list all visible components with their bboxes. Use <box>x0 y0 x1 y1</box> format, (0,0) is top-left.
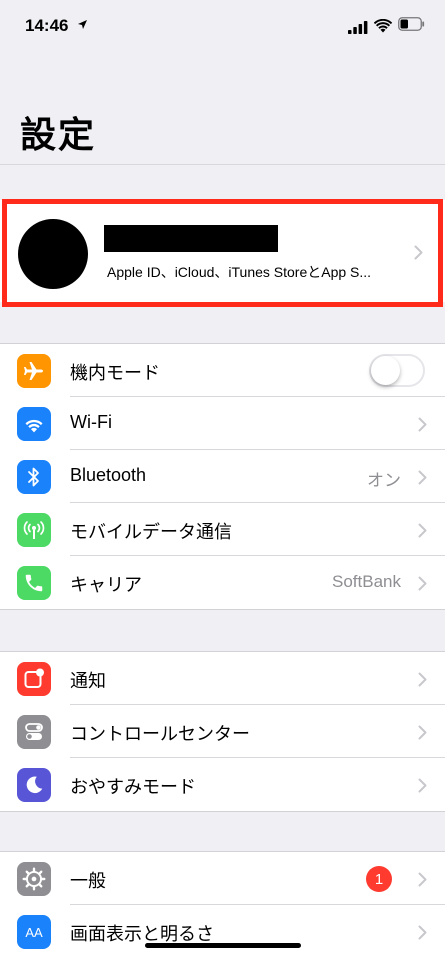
airplane-mode-label: 機内モード <box>70 363 160 383</box>
settings-row-display[interactable]: AA 画面表示と明るさ <box>0 905 445 958</box>
notifications-group: 通知 コントロールセンター おやすみモード <box>0 651 445 812</box>
settings-row-control-center[interactable]: コントロールセンター <box>0 705 445 758</box>
wifi-status-icon <box>374 19 392 33</box>
antenna-icon <box>17 513 51 547</box>
wifi-icon <box>17 407 51 441</box>
wifi-label: Wi-Fi <box>70 412 112 432</box>
settings-row-notifications[interactable]: 通知 <box>0 652 445 705</box>
cellular-signal-icon <box>348 21 368 34</box>
status-time: 14:46 <box>25 16 69 35</box>
gear-icon <box>17 862 51 896</box>
switches-icon <box>17 715 51 749</box>
chevron-right-icon <box>418 417 427 432</box>
chevron-right-icon <box>418 725 427 740</box>
control-center-label: コントロールセンター <box>70 724 250 744</box>
settings-row-wifi[interactable]: Wi-Fi <box>0 397 445 450</box>
settings-row-do-not-disturb[interactable]: おやすみモード <box>0 758 445 811</box>
status-bar: 14:46 <box>0 0 445 52</box>
bluetooth-icon <box>17 460 51 494</box>
battery-icon <box>398 17 425 31</box>
highlight-frame <box>2 199 443 307</box>
update-badge: 1 <box>366 866 392 892</box>
chevron-right-icon <box>418 672 427 687</box>
chevron-right-icon <box>418 523 427 538</box>
airplane-icon <box>17 354 51 388</box>
chevron-right-icon <box>418 872 427 887</box>
do-not-disturb-label: おやすみモード <box>70 777 196 797</box>
display-icon-text: AA <box>25 924 43 940</box>
location-arrow-icon <box>78 20 87 29</box>
airplane-mode-toggle[interactable] <box>369 354 425 387</box>
settings-row-carrier[interactable]: キャリア SoftBank <box>0 556 445 609</box>
settings-row-airplane-mode[interactable]: 機内モード <box>0 344 445 397</box>
home-indicator[interactable] <box>145 943 301 948</box>
bluetooth-label: Bluetooth <box>70 465 147 485</box>
general-group: 一般 1 AA 画面表示と明るさ <box>0 851 445 958</box>
moon-icon <box>17 768 51 802</box>
general-label: 一般 <box>70 871 106 891</box>
display-icon: AA <box>17 915 51 949</box>
phone-icon <box>17 566 51 600</box>
chevron-right-icon <box>418 576 427 591</box>
page-title: 設定 <box>20 115 97 156</box>
settings-row-mobile-data[interactable]: モバイルデータ通信 <box>0 503 445 556</box>
toggle-knob <box>371 356 400 385</box>
carrier-label: キャリア <box>70 575 142 595</box>
settings-row-bluetooth[interactable]: Bluetooth オン <box>0 450 445 503</box>
settings-row-general[interactable]: 一般 1 <box>0 852 445 905</box>
mobile-data-label: モバイルデータ通信 <box>70 522 232 542</box>
connectivity-group: 機内モード Wi-Fi Bluetooth オン モバイルデータ通信 キャリア … <box>0 343 445 610</box>
carrier-value: SoftBank <box>332 572 401 591</box>
chevron-right-icon <box>418 925 427 940</box>
notification-icon <box>17 662 51 696</box>
header-divider <box>0 164 445 165</box>
notifications-label: 通知 <box>70 671 106 691</box>
bluetooth-status: オン <box>367 471 401 490</box>
chevron-right-icon <box>418 470 427 485</box>
chevron-right-icon <box>418 778 427 793</box>
